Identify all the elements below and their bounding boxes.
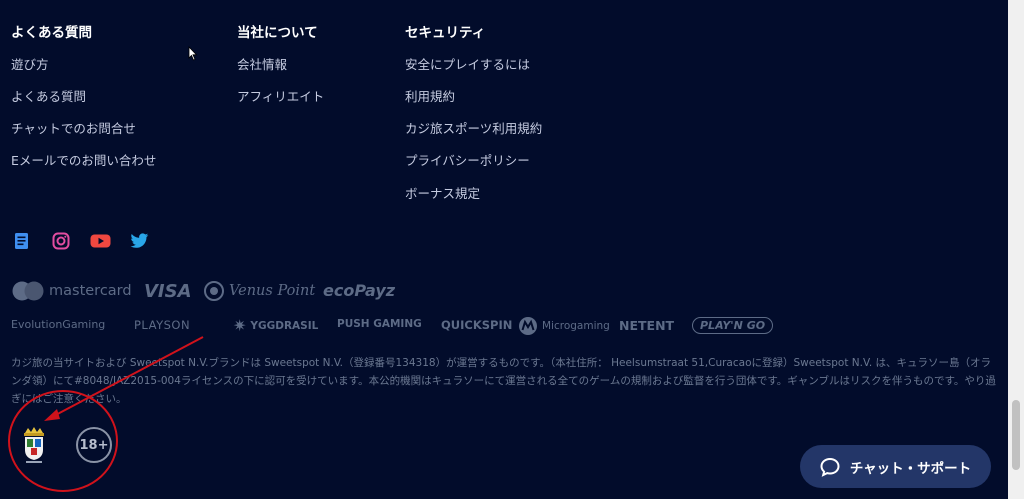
curacao-license-seal-icon[interactable]	[20, 427, 48, 465]
page-scrollbar[interactable]	[1008, 0, 1024, 499]
chat-support-label: チャット・サポート	[849, 460, 972, 477]
link-how-to-play[interactable]: 遊び方	[11, 54, 49, 73]
visa-logo: VISA	[144, 281, 192, 302]
yggdrasil-tree-icon: ✷	[233, 316, 247, 335]
microgaming-logo: Microgaming	[518, 316, 610, 336]
column-title-about: 当社について	[237, 25, 318, 41]
link-chat-contact[interactable]: チャットでのお問合せ	[11, 118, 136, 137]
link-faq[interactable]: よくある質問	[11, 86, 86, 105]
playson-logo: PLAYSON	[134, 318, 191, 332]
netent-logo: NETENT	[619, 318, 675, 333]
scrollbar-thumb[interactable]	[1012, 400, 1020, 470]
youtube-icon[interactable]	[90, 232, 111, 250]
quickspin-logo: QUICKSPIN	[441, 318, 513, 332]
chat-bubble-icon	[820, 457, 840, 477]
annotation-overlay	[8, 336, 204, 492]
annotation-arrowhead-icon	[44, 409, 60, 421]
link-bonus-rules[interactable]: ボーナス規定	[405, 183, 480, 202]
link-email-contact[interactable]: Eメールでのお問い合わせ	[11, 150, 156, 169]
link-affiliate[interactable]: アフィリエイト	[237, 86, 324, 105]
mastercard-logo: mastercard	[11, 281, 132, 301]
ecopayz-logo: ecoPayz	[323, 281, 396, 300]
mastercard-circles-icon	[12, 281, 44, 301]
link-privacy-policy[interactable]: プライバシーポリシー	[405, 150, 530, 169]
instagram-icon[interactable]	[52, 232, 70, 250]
link-safe-play[interactable]: 安全にプレイするには	[405, 54, 530, 73]
license-disclaimer: カジ旅の当サイトおよび Sweetspot N.V.ブランドは Sweetspo…	[11, 357, 996, 405]
chat-support-button[interactable]: チャット・サポート	[800, 445, 991, 488]
microgaming-emblem-icon	[519, 317, 537, 335]
column-title-security: セキュリティ	[405, 25, 486, 41]
push-gaming-logo: PUSH GAMING	[337, 318, 422, 330]
mouse-cursor-icon	[188, 46, 198, 61]
venus-point-emblem-icon	[204, 281, 224, 301]
blog-icon[interactable]	[13, 232, 31, 250]
age-badge-text: 18+	[79, 437, 109, 453]
yggdrasil-logo: ✷ YGGDRASIL	[233, 316, 319, 335]
column-title-faq: よくある質問	[11, 25, 92, 41]
link-sports-terms[interactable]: カジ旅スポーツ利用規約	[405, 118, 542, 137]
link-company-info[interactable]: 会社情報	[237, 54, 287, 73]
twitter-icon[interactable]	[130, 232, 149, 250]
age-restriction-badge: 18+	[76, 427, 112, 463]
evolution-gaming-logo: EvolutionGaming	[11, 318, 106, 331]
venus-point-logo: Venus Point	[204, 281, 315, 301]
playngo-logo: PLAY'N GO	[692, 317, 774, 334]
link-terms[interactable]: 利用規約	[405, 86, 455, 105]
